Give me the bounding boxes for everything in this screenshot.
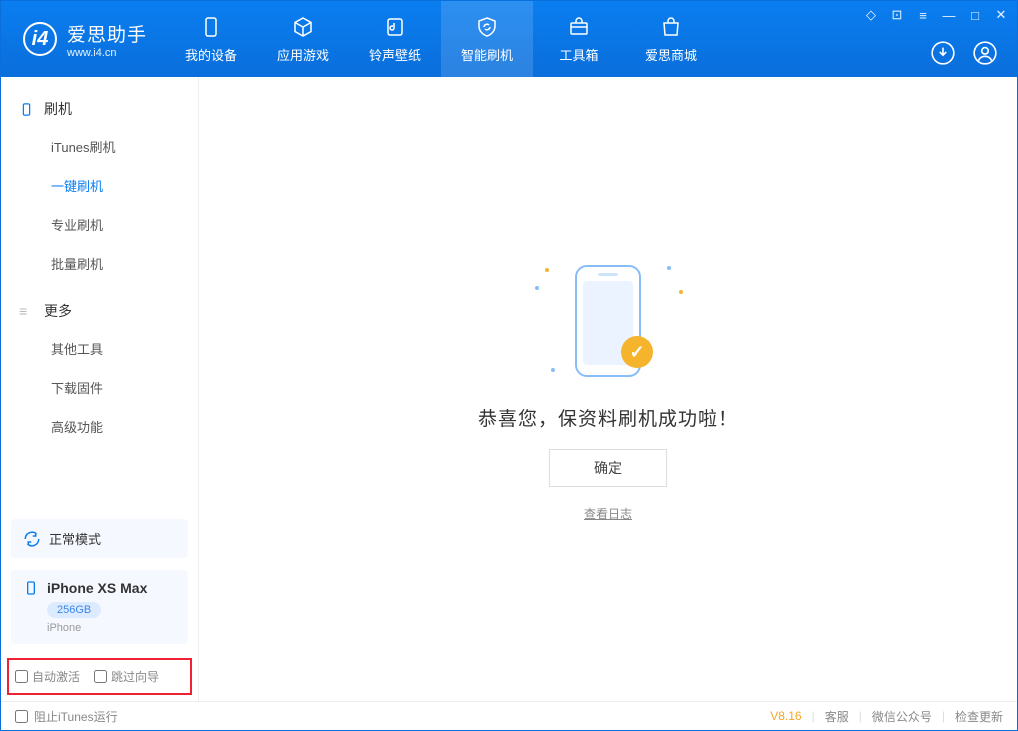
sidebar-item-other-tools[interactable]: 其他工具 — [1, 329, 198, 368]
sidebar-group-title: 刷机 — [44, 99, 72, 119]
device-card[interactable]: iPhone XS Max 256GB iPhone — [11, 570, 188, 644]
logo-title: 爱思助手 — [67, 20, 147, 47]
sidebar-item-itunes-flash[interactable]: iTunes刷机 — [1, 127, 198, 166]
ok-button[interactable]: 确定 — [549, 449, 667, 487]
nav-label: 我的设备 — [185, 45, 237, 64]
feedback-icon[interactable]: ⊡ — [889, 7, 905, 23]
cube-icon — [291, 15, 315, 39]
nav-label: 工具箱 — [560, 45, 599, 64]
logo-icon: i4 — [23, 22, 57, 56]
app-header: i4 爱思助手 www.i4.cn 我的设备 应用游戏 铃声壁纸 智能刷机 工具… — [1, 1, 1017, 77]
nav-smart-flash[interactable]: 智能刷机 — [441, 1, 533, 77]
sidebar-item-pro-flash[interactable]: 专业刷机 — [1, 205, 198, 244]
sidebar-item-batch-flash[interactable]: 批量刷机 — [1, 244, 198, 283]
success-illustration: ✓ — [523, 256, 693, 386]
close-button[interactable]: ✕ — [993, 7, 1009, 23]
nav-store[interactable]: 爱思商城 — [625, 1, 717, 77]
device-type: iPhone — [47, 622, 176, 634]
sidebar-group-flash: 刷机 — [1, 91, 198, 127]
highlighted-options: 自动激活 跳过向导 — [7, 658, 192, 695]
sidebar-group-more: ≡ 更多 — [1, 293, 198, 329]
download-icon[interactable] — [929, 39, 957, 67]
tshirt-icon[interactable]: ◇ — [863, 7, 879, 23]
bag-icon — [659, 15, 683, 39]
nav-label: 爱思商城 — [645, 45, 697, 64]
header-right-icons — [929, 39, 999, 67]
user-icon[interactable] — [971, 39, 999, 67]
nav-ringtone-wallpaper[interactable]: 铃声壁纸 — [349, 1, 441, 77]
phone-small-icon — [23, 580, 39, 596]
sidebar-item-oneclick-flash[interactable]: 一键刷机 — [1, 166, 198, 205]
sidebar-item-download-firmware[interactable]: 下载固件 — [1, 368, 198, 407]
sidebar: 刷机 iTunes刷机 一键刷机 专业刷机 批量刷机 ≡ 更多 其他工具 下载固… — [1, 77, 199, 701]
nav-my-device[interactable]: 我的设备 — [165, 1, 257, 77]
support-link[interactable]: 客服 — [825, 708, 849, 725]
checkbox-label: 自动激活 — [32, 668, 80, 685]
check-update-link[interactable]: 检查更新 — [955, 708, 1003, 725]
app-body: 刷机 iTunes刷机 一键刷机 专业刷机 批量刷机 ≡ 更多 其他工具 下载固… — [1, 77, 1017, 701]
music-icon — [383, 15, 407, 39]
sidebar-group-title: 更多 — [44, 301, 72, 321]
maximize-button[interactable]: □ — [967, 7, 983, 23]
device-name: iPhone XS Max — [47, 580, 147, 596]
checkbox-input[interactable] — [94, 670, 107, 683]
checkbox-label: 跳过向导 — [111, 668, 159, 685]
success-message: 恭喜您，保资料刷机成功啦！ — [478, 404, 738, 431]
status-bar: 阻止iTunes运行 V8.16 | 客服 | 微信公众号 | 检查更新 — [1, 701, 1017, 730]
sidebar-item-advanced[interactable]: 高级功能 — [1, 407, 198, 446]
nav-label: 应用游戏 — [277, 45, 329, 64]
phone-icon — [199, 15, 223, 39]
window-controls: ◇ ⊡ ≡ — □ ✕ — [863, 7, 1009, 23]
refresh-icon — [23, 530, 41, 548]
nav-label: 铃声壁纸 — [369, 45, 421, 64]
skip-guide-checkbox[interactable]: 跳过向导 — [94, 668, 159, 685]
auto-activate-checkbox[interactable]: 自动激活 — [15, 668, 80, 685]
logo: i4 爱思助手 www.i4.cn — [1, 20, 165, 59]
view-log-link[interactable]: 查看日志 — [584, 505, 632, 522]
toolbox-icon — [567, 15, 591, 39]
checkbox-label: 阻止iTunes运行 — [34, 708, 118, 725]
nav-toolbox[interactable]: 工具箱 — [533, 1, 625, 77]
shield-refresh-icon — [475, 15, 499, 39]
minimize-button[interactable]: — — [941, 7, 957, 23]
nav-label: 智能刷机 — [461, 45, 513, 64]
wechat-link[interactable]: 微信公众号 — [872, 708, 932, 725]
checkbox-input[interactable] — [15, 710, 28, 723]
menu-icon[interactable]: ≡ — [915, 7, 931, 23]
checkmark-icon: ✓ — [621, 336, 653, 368]
version-label: V8.16 — [770, 709, 801, 723]
nav-apps-games[interactable]: 应用游戏 — [257, 1, 349, 77]
mode-card[interactable]: 正常模式 — [11, 519, 188, 558]
device-icon — [19, 102, 34, 117]
storage-badge: 256GB — [47, 602, 101, 618]
checkbox-input[interactable] — [15, 670, 28, 683]
list-icon: ≡ — [19, 304, 34, 319]
logo-subtitle: www.i4.cn — [67, 47, 147, 59]
stop-itunes-checkbox[interactable]: 阻止iTunes运行 — [15, 708, 118, 725]
top-nav: 我的设备 应用游戏 铃声壁纸 智能刷机 工具箱 爱思商城 — [165, 1, 717, 77]
main-content: ✓ 恭喜您，保资料刷机成功啦！ 确定 查看日志 — [199, 77, 1017, 701]
mode-label: 正常模式 — [49, 529, 101, 548]
